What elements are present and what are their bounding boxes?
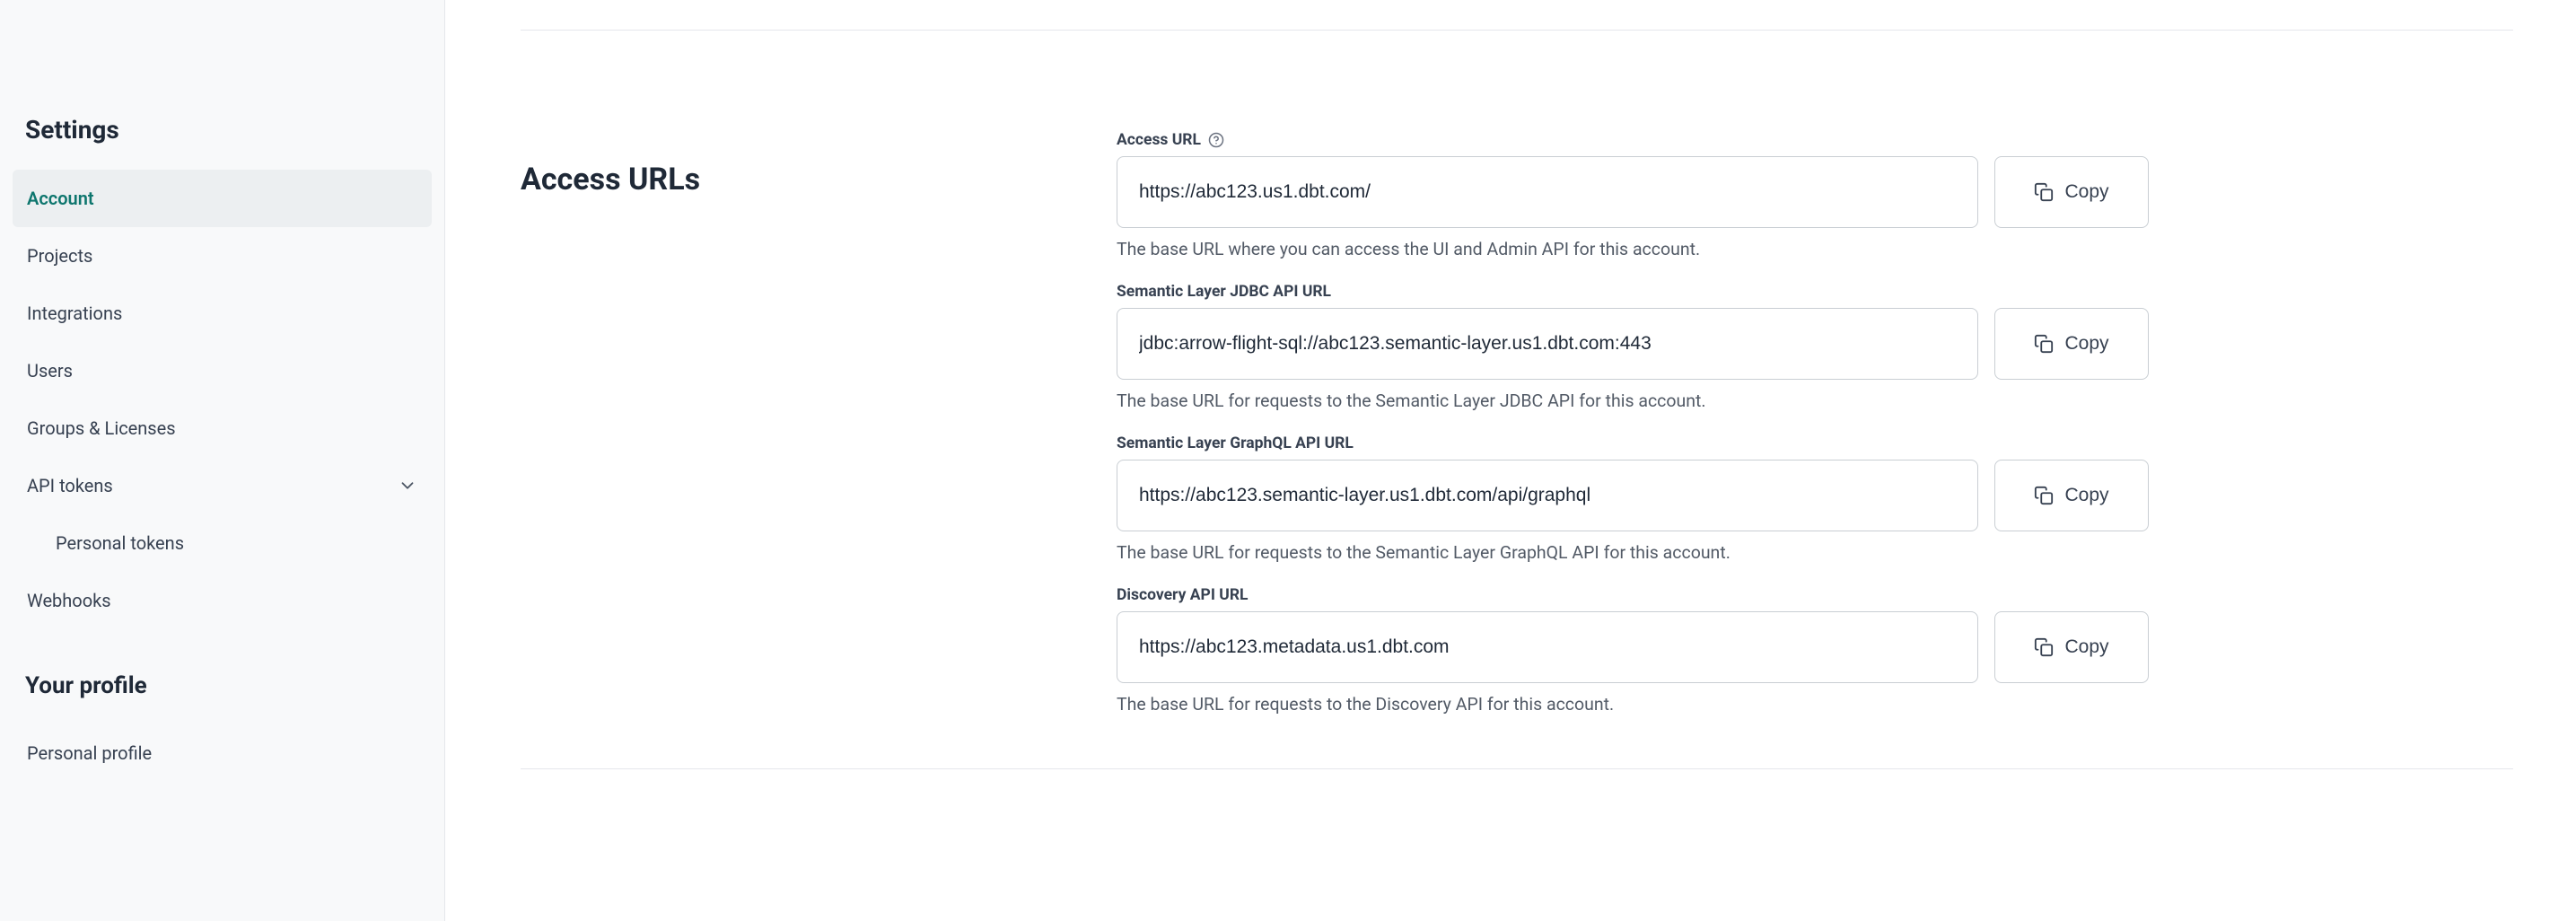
copy-button-label: Copy bbox=[2064, 181, 2108, 203]
jdbc-url-input[interactable] bbox=[1117, 308, 1978, 380]
field-access-url: Access URL Copy The base URL where you c… bbox=[1117, 131, 2158, 259]
discovery-url-input[interactable] bbox=[1117, 611, 1978, 683]
field-label: Semantic Layer JDBC API URL bbox=[1117, 283, 1331, 301]
field-help: The base URL for requests to the Discove… bbox=[1117, 694, 2158, 715]
field-help: The base URL for requests to the Semanti… bbox=[1117, 542, 2158, 563]
field-label-row: Discovery API URL bbox=[1117, 586, 2158, 604]
field-row: Copy bbox=[1117, 611, 2158, 683]
field-row: Copy bbox=[1117, 460, 2158, 531]
sidebar-item-account[interactable]: Account bbox=[13, 170, 432, 227]
sidebar-item-label: Account bbox=[27, 188, 94, 209]
copy-icon bbox=[2034, 486, 2054, 505]
main-content: Access URLs Access URL Copy bbox=[445, 0, 2576, 921]
copy-access-url-button[interactable]: Copy bbox=[1994, 156, 2149, 228]
field-graphql-url: Semantic Layer GraphQL API URL Copy The … bbox=[1117, 434, 2158, 563]
app-layout: Settings Account Projects Integrations U… bbox=[0, 0, 2576, 921]
access-urls-fields: Access URL Copy The base URL where you c… bbox=[1117, 131, 2158, 715]
copy-icon bbox=[2034, 334, 2054, 354]
copy-icon bbox=[2034, 637, 2054, 657]
field-discovery-url: Discovery API URL Copy The base URL for … bbox=[1117, 586, 2158, 715]
field-jdbc-url: Semantic Layer JDBC API URL Copy The bas… bbox=[1117, 283, 2158, 411]
copy-icon bbox=[2034, 182, 2054, 202]
access-url-input[interactable] bbox=[1117, 156, 1978, 228]
section-title: Access URLs bbox=[521, 162, 1117, 197]
sidebar-item-label: Webhooks bbox=[27, 590, 111, 611]
sidebar-heading-settings: Settings bbox=[13, 16, 432, 170]
sidebar-item-label: Personal profile bbox=[27, 742, 152, 764]
field-label-row: Semantic Layer JDBC API URL bbox=[1117, 283, 2158, 301]
sidebar-item-label: API tokens bbox=[27, 475, 113, 496]
settings-sidebar: Settings Account Projects Integrations U… bbox=[0, 0, 445, 921]
sidebar-subitem-personal-tokens[interactable]: Personal tokens bbox=[13, 514, 432, 572]
copy-jdbc-url-button[interactable]: Copy bbox=[1994, 308, 2149, 380]
field-row: Copy bbox=[1117, 156, 2158, 228]
access-urls-section: Access URLs Access URL Copy bbox=[521, 30, 2513, 769]
field-help: The base URL where you can access the UI… bbox=[1117, 239, 2158, 259]
chevron-down-icon bbox=[398, 476, 417, 496]
sidebar-item-groups-licenses[interactable]: Groups & Licenses bbox=[13, 399, 432, 457]
sidebar-item-label: Groups & Licenses bbox=[27, 417, 176, 439]
copy-button-label: Copy bbox=[2064, 485, 2108, 506]
sidebar-item-personal-profile[interactable]: Personal profile bbox=[13, 724, 432, 782]
copy-button-label: Copy bbox=[2064, 333, 2108, 355]
copy-button-label: Copy bbox=[2064, 636, 2108, 658]
field-help: The base URL for requests to the Semanti… bbox=[1117, 390, 2158, 411]
sidebar-heading-profile: Your profile bbox=[13, 629, 432, 724]
field-label: Semantic Layer GraphQL API URL bbox=[1117, 434, 1354, 452]
sidebar-item-integrations[interactable]: Integrations bbox=[13, 285, 432, 342]
sidebar-item-webhooks[interactable]: Webhooks bbox=[13, 572, 432, 629]
graphql-url-input[interactable] bbox=[1117, 460, 1978, 531]
help-circle-icon[interactable] bbox=[1208, 132, 1224, 148]
field-label: Access URL bbox=[1117, 131, 1201, 149]
sidebar-item-label: Integrations bbox=[27, 303, 122, 324]
field-label: Discovery API URL bbox=[1117, 586, 1249, 604]
copy-graphql-url-button[interactable]: Copy bbox=[1994, 460, 2149, 531]
sidebar-item-api-tokens[interactable]: API tokens bbox=[13, 457, 432, 514]
copy-discovery-url-button[interactable]: Copy bbox=[1994, 611, 2149, 683]
field-label-row: Access URL bbox=[1117, 131, 2158, 149]
sidebar-item-label: Users bbox=[27, 360, 73, 382]
sidebar-item-label: Projects bbox=[27, 245, 92, 267]
sidebar-item-users[interactable]: Users bbox=[13, 342, 432, 399]
sidebar-item-label: Personal tokens bbox=[56, 532, 184, 554]
sidebar-item-projects[interactable]: Projects bbox=[13, 227, 432, 285]
section-title-column: Access URLs bbox=[521, 131, 1117, 715]
field-row: Copy bbox=[1117, 308, 2158, 380]
field-label-row: Semantic Layer GraphQL API URL bbox=[1117, 434, 2158, 452]
